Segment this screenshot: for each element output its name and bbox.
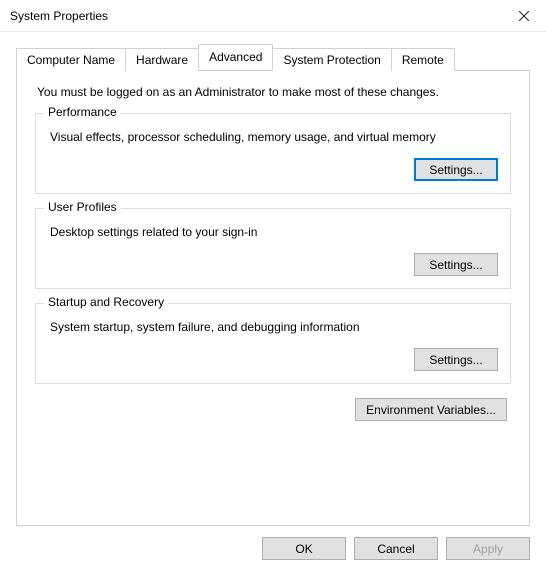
- tab-remote[interactable]: Remote: [391, 48, 455, 71]
- tab-system-protection[interactable]: System Protection: [272, 48, 391, 71]
- startup-recovery-settings-button[interactable]: Settings...: [414, 348, 498, 371]
- group-performance: Performance Visual effects, processor sc…: [35, 113, 511, 194]
- close-icon: [519, 11, 529, 21]
- dialog-footer: OK Cancel Apply: [262, 537, 530, 560]
- window-title: System Properties: [10, 9, 502, 23]
- group-startup-recovery-legend: Startup and Recovery: [44, 295, 168, 309]
- intro-text: You must be logged on as an Administrato…: [37, 85, 511, 99]
- startup-recovery-desc: System startup, system failure, and debu…: [50, 320, 498, 334]
- titlebar: System Properties: [0, 0, 546, 32]
- dialog-content: Computer Name Hardware Advanced System P…: [0, 32, 546, 526]
- tab-hardware[interactable]: Hardware: [125, 48, 199, 71]
- environment-variables-button[interactable]: Environment Variables...: [355, 398, 507, 421]
- group-user-profiles: User Profiles Desktop settings related t…: [35, 208, 511, 289]
- ok-button[interactable]: OK: [262, 537, 346, 560]
- group-startup-recovery: Startup and Recovery System startup, sys…: [35, 303, 511, 384]
- tab-advanced[interactable]: Advanced: [198, 44, 273, 70]
- group-performance-legend: Performance: [44, 105, 121, 119]
- performance-desc: Visual effects, processor scheduling, me…: [50, 130, 498, 144]
- tab-panel-advanced: You must be logged on as an Administrato…: [16, 70, 530, 526]
- user-profiles-desc: Desktop settings related to your sign-in: [50, 225, 498, 239]
- group-user-profiles-legend: User Profiles: [44, 200, 121, 214]
- tab-row: Computer Name Hardware Advanced System P…: [16, 44, 530, 70]
- apply-button[interactable]: Apply: [446, 537, 530, 560]
- performance-settings-button[interactable]: Settings...: [414, 158, 498, 181]
- user-profiles-settings-button[interactable]: Settings...: [414, 253, 498, 276]
- tab-computer-name[interactable]: Computer Name: [16, 48, 126, 71]
- close-button[interactable]: [502, 1, 546, 31]
- cancel-button[interactable]: Cancel: [354, 537, 438, 560]
